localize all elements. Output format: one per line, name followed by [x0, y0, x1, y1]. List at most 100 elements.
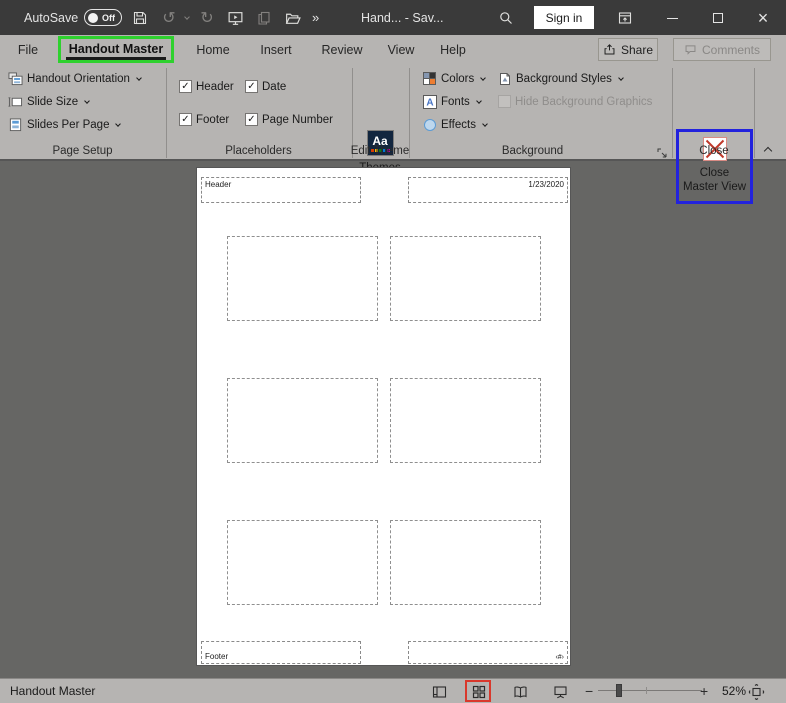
tab-review[interactable]: Review [314, 35, 370, 64]
group-divider [409, 68, 410, 158]
comments-button[interactable]: Comments [673, 38, 771, 61]
background-styles-icon [500, 73, 510, 85]
sign-in-button[interactable]: Sign in [534, 6, 594, 29]
colors-icon [423, 72, 436, 85]
comment-icon [685, 45, 696, 55]
tab-home[interactable]: Home [188, 35, 238, 64]
dialog-launcher-icon[interactable] [656, 146, 668, 158]
page-number-placeholder[interactable]: ‹#› [408, 641, 568, 664]
checkbox-checked-icon: ✓ [179, 113, 192, 126]
footer-placeholder[interactable]: Footer [201, 641, 361, 664]
undo-chevron-icon [184, 14, 190, 20]
page-number-checkbox[interactable]: ✓ Page Number [245, 113, 333, 126]
collapse-ribbon-icon[interactable] [763, 146, 773, 156]
checkbox-checked-icon: ✓ [245, 80, 258, 93]
share-icon [604, 44, 615, 55]
handout-orientation-icon [8, 72, 23, 86]
slide-placeholder[interactable] [390, 378, 541, 463]
search-icon[interactable] [495, 7, 517, 29]
start-slideshow-icon[interactable] [224, 7, 246, 29]
workspace: Header 1/23/2020 Footer ‹#› [0, 166, 786, 678]
zoom-out-button[interactable]: − [585, 679, 593, 703]
group-divider [672, 68, 673, 158]
zoom-level[interactable]: 52% [722, 679, 746, 703]
autosave-state: Off [102, 12, 115, 23]
header-placeholder[interactable]: Header [201, 177, 361, 203]
undo-icon: ↺ [162, 10, 176, 27]
slide-size-button[interactable]: Slide Size [8, 95, 90, 109]
group-label-placeholders: Placeholders [225, 145, 292, 157]
tab-help[interactable]: Help [432, 35, 474, 64]
footer-checkbox[interactable]: ✓ Footer [179, 113, 229, 126]
tab-insert[interactable]: Insert [250, 35, 302, 64]
ribbon: Handout Orientation Slide Size Slides Pe… [0, 64, 786, 204]
group-label-page-setup: Page Setup [52, 145, 113, 157]
fonts-button[interactable]: A Fonts [423, 95, 482, 109]
toggle-knob-icon [88, 12, 98, 23]
date-placeholder-text: 1/23/2020 [528, 180, 564, 189]
effects-button[interactable]: Effects [423, 118, 488, 132]
group-label-edit-theme: Edit Theme [350, 145, 410, 157]
qat-overflow-icon[interactable]: » [312, 0, 319, 35]
checkbox-disabled-icon [498, 95, 511, 108]
zoom-in-button[interactable]: + [700, 679, 708, 703]
slideshow-view-icon[interactable] [551, 682, 570, 701]
group-label-close: Close [699, 145, 729, 157]
effects-icon [424, 119, 436, 131]
zoom-slider-center-tick [646, 687, 647, 694]
checkbox-checked-icon: ✓ [245, 113, 258, 126]
status-view-label: Handout Master [10, 684, 96, 698]
zoom-slider-track[interactable] [598, 690, 702, 691]
colors-button[interactable]: Colors [423, 72, 487, 86]
slide-placeholder[interactable] [390, 236, 541, 321]
group-divider [754, 68, 755, 158]
hide-background-graphics-checkbox: Hide Background Graphics [498, 95, 652, 108]
header-checkbox[interactable]: ✓ Header [179, 80, 234, 93]
window-title: Hand... - Sav... [361, 10, 444, 25]
comments-label: Comments [701, 42, 760, 57]
ribbon-display-options-icon[interactable] [614, 7, 636, 29]
fit-to-window-icon[interactable] [747, 682, 766, 701]
redo-icon: ↻ [200, 10, 214, 27]
normal-view-icon[interactable] [430, 682, 449, 701]
slide-size-icon [8, 97, 23, 107]
save-icon[interactable] [129, 7, 151, 29]
date-placeholder[interactable]: 1/23/2020 [408, 177, 568, 203]
slide-sorter-view-icon[interactable] [469, 682, 488, 701]
page-number-placeholder-text: ‹#› [555, 654, 564, 661]
tab-view[interactable]: View [382, 35, 420, 64]
handout-orientation-button[interactable]: Handout Orientation [8, 72, 142, 86]
slide-placeholder[interactable] [227, 520, 378, 605]
autosave-label: AutoSave [24, 10, 79, 25]
close-window-button[interactable]: × [752, 7, 774, 29]
tab-handout-master[interactable]: Handout Master [58, 36, 174, 63]
autosave-toggle[interactable]: Off [84, 9, 122, 26]
slide-placeholder[interactable] [227, 236, 378, 321]
tab-file[interactable]: File [8, 35, 48, 64]
footer-placeholder-text: Footer [205, 652, 229, 661]
slide-grid [227, 236, 541, 605]
open-folder-icon[interactable] [281, 7, 303, 29]
active-tab-label: Handout Master [65, 40, 167, 60]
slide-placeholder[interactable] [390, 520, 541, 605]
group-divider [166, 68, 167, 158]
minimize-button[interactable] [661, 7, 683, 29]
copy-icon [253, 7, 275, 29]
background-styles-button[interactable]: Background Styles [498, 72, 624, 86]
date-checkbox[interactable]: ✓ Date [245, 80, 286, 93]
svg-text:A: A [426, 98, 433, 109]
header-placeholder-text: Header [205, 180, 232, 189]
zoom-slider-handle[interactable] [616, 684, 622, 697]
share-label: Share [620, 42, 654, 57]
maximize-button[interactable] [707, 7, 729, 29]
fonts-icon: A [423, 95, 437, 109]
slides-per-page-icon [9, 118, 22, 132]
reading-view-icon[interactable] [511, 682, 530, 701]
slides-per-page-button[interactable]: Slides Per Page [8, 118, 122, 132]
group-label-background: Background [501, 145, 564, 157]
handout-master-page[interactable]: Header 1/23/2020 Footer ‹#› [197, 168, 570, 665]
checkbox-checked-icon: ✓ [179, 80, 192, 93]
title-bar: AutoSave Off ↺ ↻ » Hand... - Sav... Sign… [0, 0, 786, 35]
share-button[interactable]: Share [598, 38, 658, 61]
slide-placeholder[interactable] [227, 378, 378, 463]
